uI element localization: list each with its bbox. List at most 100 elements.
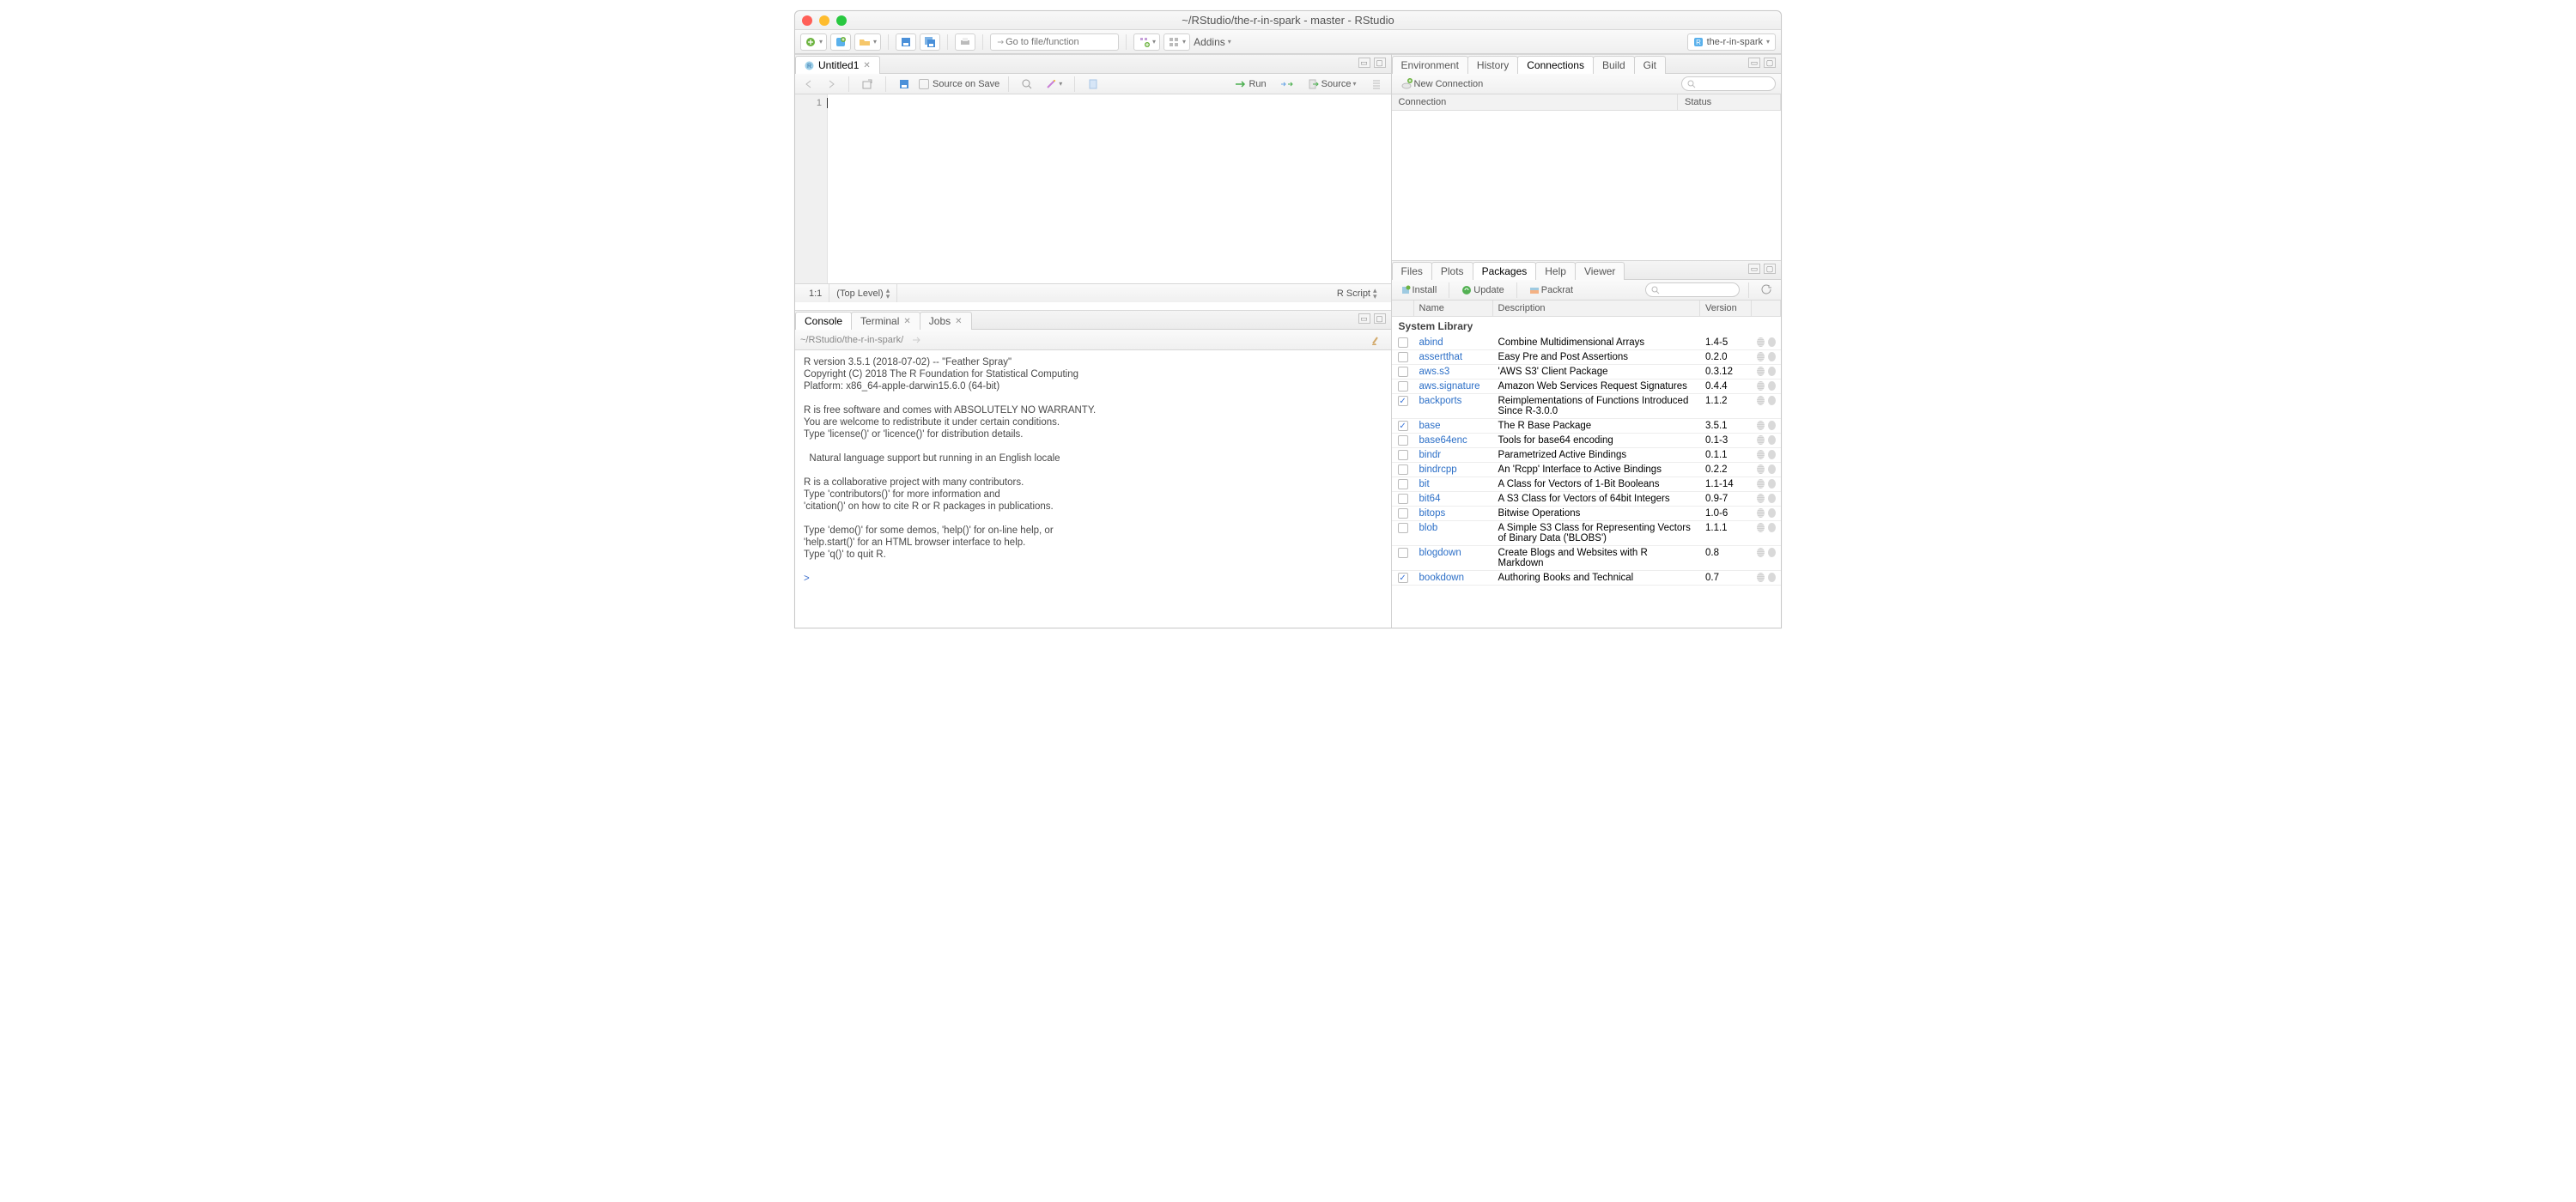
minimize-pane-button[interactable]: ▭ — [1358, 58, 1370, 68]
connections-search[interactable] — [1681, 76, 1776, 91]
tab-plots[interactable]: Plots — [1431, 262, 1473, 280]
package-name-link[interactable]: bit64 — [1414, 492, 1493, 506]
package-web-icon[interactable] — [1757, 435, 1765, 445]
package-name-link[interactable]: aws.signature — [1414, 379, 1493, 393]
package-web-icon[interactable] — [1757, 396, 1765, 405]
package-checkbox[interactable] — [1398, 523, 1408, 533]
goto-file-function[interactable] — [990, 33, 1119, 51]
package-web-icon[interactable] — [1757, 450, 1765, 459]
addins-menu[interactable]: Addins▾ — [1194, 36, 1231, 48]
tab-connections[interactable]: Connections — [1517, 56, 1594, 74]
package-remove-icon[interactable] — [1768, 381, 1776, 391]
forward-button[interactable] — [823, 76, 840, 92]
package-name-link[interactable]: abind — [1414, 336, 1493, 349]
source-on-save-checkbox[interactable]: Source on Save — [919, 79, 999, 89]
package-remove-icon[interactable] — [1768, 523, 1776, 532]
package-name-link[interactable]: aws.s3 — [1414, 365, 1493, 379]
tab-build[interactable]: Build — [1593, 56, 1635, 74]
tab-console[interactable]: Console — [795, 312, 852, 330]
tab-environment[interactable]: Environment — [1392, 56, 1468, 74]
outline-button[interactable] — [1367, 76, 1386, 92]
package-remove-icon[interactable] — [1768, 421, 1776, 430]
package-checkbox[interactable] — [1398, 494, 1408, 504]
minimize-pane-button[interactable]: ▭ — [1748, 264, 1760, 274]
package-checkbox[interactable] — [1398, 548, 1408, 558]
package-checkbox[interactable] — [1398, 337, 1408, 348]
package-name-link[interactable]: bit — [1414, 477, 1493, 491]
package-remove-icon[interactable] — [1768, 450, 1776, 459]
package-name-link[interactable]: bookdown — [1414, 571, 1493, 585]
minimize-pane-button[interactable]: ▭ — [1748, 58, 1760, 68]
save-source-button[interactable] — [895, 76, 914, 92]
package-checkbox[interactable] — [1398, 381, 1408, 392]
package-web-icon[interactable] — [1757, 548, 1765, 557]
source-tab-untitled[interactable]: R Untitled1 ✕ — [795, 56, 880, 74]
new-project-button[interactable] — [830, 33, 851, 51]
run-button[interactable]: Run — [1231, 76, 1269, 92]
close-window-icon[interactable] — [802, 15, 812, 26]
package-name-link[interactable]: backports — [1414, 394, 1493, 408]
source-editor[interactable]: 1 — [795, 94, 1391, 283]
show-in-new-window-button[interactable] — [858, 76, 877, 92]
package-remove-icon[interactable] — [1768, 396, 1776, 405]
tab-jobs[interactable]: Jobs✕ — [920, 312, 972, 330]
insert-code-button[interactable]: ▾ — [1133, 33, 1160, 51]
package-name-link[interactable]: bitops — [1414, 507, 1493, 520]
package-name-link[interactable]: base — [1414, 419, 1493, 433]
package-checkbox[interactable] — [1398, 435, 1408, 446]
package-web-icon[interactable] — [1757, 573, 1765, 582]
source-script-button[interactable]: Source▾ — [1304, 76, 1360, 92]
clear-console-button[interactable] — [1367, 332, 1386, 348]
open-file-button[interactable]: ▾ — [854, 33, 881, 51]
project-selector[interactable]: R the-r-in-spark ▾ — [1687, 33, 1776, 51]
find-replace-button[interactable] — [1018, 76, 1036, 92]
package-name-link[interactable]: blogdown — [1414, 546, 1493, 560]
package-remove-icon[interactable] — [1768, 435, 1776, 445]
package-list[interactable]: abindCombine Multidimensional Arrays1.4-… — [1392, 336, 1781, 628]
package-checkbox[interactable] — [1398, 450, 1408, 460]
minimize-pane-button[interactable]: ▭ — [1358, 313, 1370, 324]
package-remove-icon[interactable] — [1768, 464, 1776, 474]
console-output[interactable]: R version 3.5.1 (2018-07-02) -- "Feather… — [795, 350, 1391, 628]
tab-files[interactable]: Files — [1392, 262, 1432, 280]
package-remove-icon[interactable] — [1768, 573, 1776, 582]
package-web-icon[interactable] — [1757, 367, 1765, 376]
package-name-link[interactable]: bindr — [1414, 448, 1493, 462]
package-remove-icon[interactable] — [1768, 479, 1776, 489]
save-all-button[interactable] — [920, 33, 940, 51]
package-checkbox[interactable] — [1398, 464, 1408, 475]
package-remove-icon[interactable] — [1768, 367, 1776, 376]
package-remove-icon[interactable] — [1768, 337, 1776, 347]
package-web-icon[interactable] — [1757, 337, 1765, 347]
packages-search[interactable] — [1645, 282, 1740, 297]
minimize-window-icon[interactable] — [819, 15, 829, 26]
console-send-icon[interactable] — [908, 332, 926, 348]
packrat-button[interactable]: Packrat — [1526, 282, 1577, 298]
package-name-link[interactable]: bindrcpp — [1414, 463, 1493, 477]
close-tab-icon[interactable]: ✕ — [903, 317, 910, 326]
install-button[interactable]: Install — [1397, 282, 1441, 298]
zoom-window-icon[interactable] — [836, 15, 847, 26]
tab-git[interactable]: Git — [1634, 56, 1666, 74]
package-remove-icon[interactable] — [1768, 508, 1776, 518]
package-remove-icon[interactable] — [1768, 352, 1776, 361]
package-name-link[interactable]: blob — [1414, 521, 1493, 535]
tab-history[interactable]: History — [1467, 56, 1518, 74]
maximize-pane-button[interactable]: ▢ — [1764, 58, 1776, 68]
refresh-button[interactable] — [1758, 282, 1776, 298]
language-mode[interactable]: R Script▴▾ — [1330, 284, 1384, 302]
new-file-button[interactable]: ▾ — [800, 33, 827, 51]
maximize-pane-button[interactable]: ▢ — [1374, 313, 1386, 324]
tools-grid-button[interactable]: ▾ — [1163, 33, 1190, 51]
package-checkbox[interactable] — [1398, 396, 1408, 406]
rerun-button[interactable] — [1277, 76, 1297, 92]
maximize-pane-button[interactable]: ▢ — [1374, 58, 1386, 68]
update-button[interactable]: Update — [1458, 282, 1507, 298]
package-web-icon[interactable] — [1757, 523, 1765, 532]
compile-report-button[interactable] — [1084, 76, 1103, 92]
package-checkbox[interactable] — [1398, 367, 1408, 377]
package-web-icon[interactable] — [1757, 421, 1765, 430]
tab-terminal[interactable]: Terminal✕ — [851, 312, 920, 330]
package-web-icon[interactable] — [1757, 479, 1765, 489]
maximize-pane-button[interactable]: ▢ — [1764, 264, 1776, 274]
